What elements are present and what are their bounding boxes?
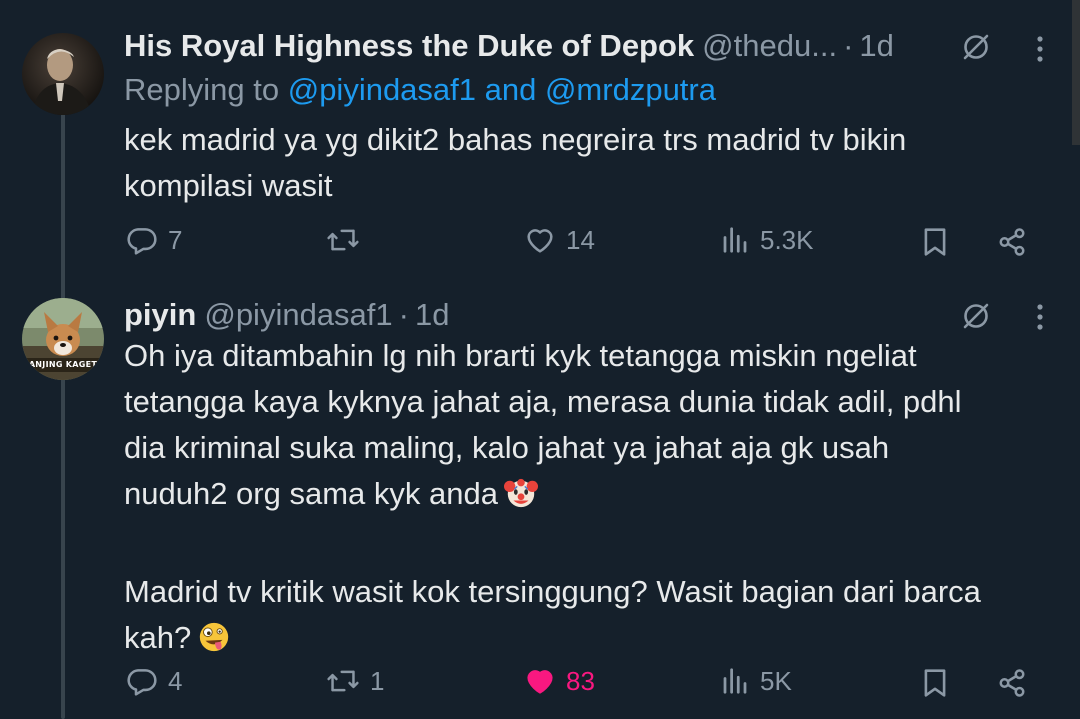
avatar[interactable]	[22, 33, 104, 115]
like-button[interactable]: 14	[524, 224, 595, 256]
zany-face-icon	[197, 620, 231, 667]
repost-icon	[327, 670, 359, 692]
separator-dot: ·	[843, 28, 854, 63]
views-icon	[723, 668, 747, 694]
tweet-text: kek madrid ya yg dikit2 bahas negreira t…	[124, 122, 907, 203]
heart-filled-icon	[527, 670, 553, 694]
user-handle[interactable]: @thedu...	[702, 27, 837, 65]
user-handle[interactable]: @piyindasaf1	[204, 296, 392, 334]
clown-face-icon	[503, 476, 538, 523]
views-button[interactable]: 5.3K	[720, 224, 814, 256]
like-count: 14	[566, 224, 595, 255]
avatar[interactable]: ANJING KAGET	[22, 298, 104, 380]
repost-icon	[327, 229, 359, 251]
share-icon	[999, 228, 1025, 256]
repost-button[interactable]: 1	[326, 665, 384, 697]
avatar-caption: ANJING KAGET	[28, 360, 98, 369]
tweet-text-part2: Madrid tv kritik wasit kok tersinggung? …	[124, 574, 981, 655]
reply-icon	[127, 228, 157, 255]
bookmark-icon	[924, 228, 946, 256]
tweet-text: Oh iya ditambahin lg nih brarti kyk teta…	[124, 333, 1064, 667]
bookmark-icon	[924, 669, 946, 697]
reply-icon	[127, 669, 157, 696]
reply-count: 4	[168, 665, 183, 696]
more-options-icon[interactable]	[1024, 298, 1056, 336]
like-button[interactable]: 83	[524, 665, 595, 697]
replying-users-link[interactable]: @piyindasaf1 and @mrdzputra	[288, 72, 716, 107]
thread-line	[61, 112, 65, 719]
views-count: 5.3K	[760, 224, 814, 255]
bookmark-button[interactable]	[918, 224, 952, 260]
timestamp[interactable]: 1d	[415, 296, 449, 334]
views-count: 5K	[760, 665, 792, 696]
reply-button[interactable]: 4	[126, 665, 182, 697]
more-options-icon[interactable]	[1024, 30, 1056, 68]
views-button[interactable]: 5K	[720, 665, 792, 697]
share-button[interactable]	[994, 665, 1030, 701]
repost-button[interactable]	[326, 224, 370, 256]
replying-prefix: Replying to	[124, 72, 280, 107]
grok-icon[interactable]	[958, 298, 994, 334]
share-button[interactable]	[994, 224, 1030, 260]
display-name[interactable]: piyin	[124, 296, 196, 334]
bookmark-button[interactable]	[918, 665, 952, 701]
separator-dot: ·	[398, 297, 409, 332]
display-name[interactable]: His Royal Highness the Duke of Depok	[124, 27, 694, 65]
tweet-text-part1: Oh iya ditambahin lg nih brarti kyk teta…	[124, 338, 962, 511]
heart-icon	[527, 229, 553, 253]
reply-count: 7	[168, 224, 183, 255]
views-icon	[723, 227, 747, 253]
like-count: 83	[566, 665, 595, 696]
timestamp[interactable]: 1d	[859, 27, 893, 65]
share-icon	[999, 669, 1025, 697]
scrollbar[interactable]	[1072, 0, 1080, 145]
grok-icon[interactable]	[958, 29, 994, 65]
reply-button[interactable]: 7	[126, 224, 182, 256]
repost-count: 1	[370, 665, 385, 696]
replying-to: Replying to @piyindasaf1 and @mrdzputra	[124, 71, 716, 109]
